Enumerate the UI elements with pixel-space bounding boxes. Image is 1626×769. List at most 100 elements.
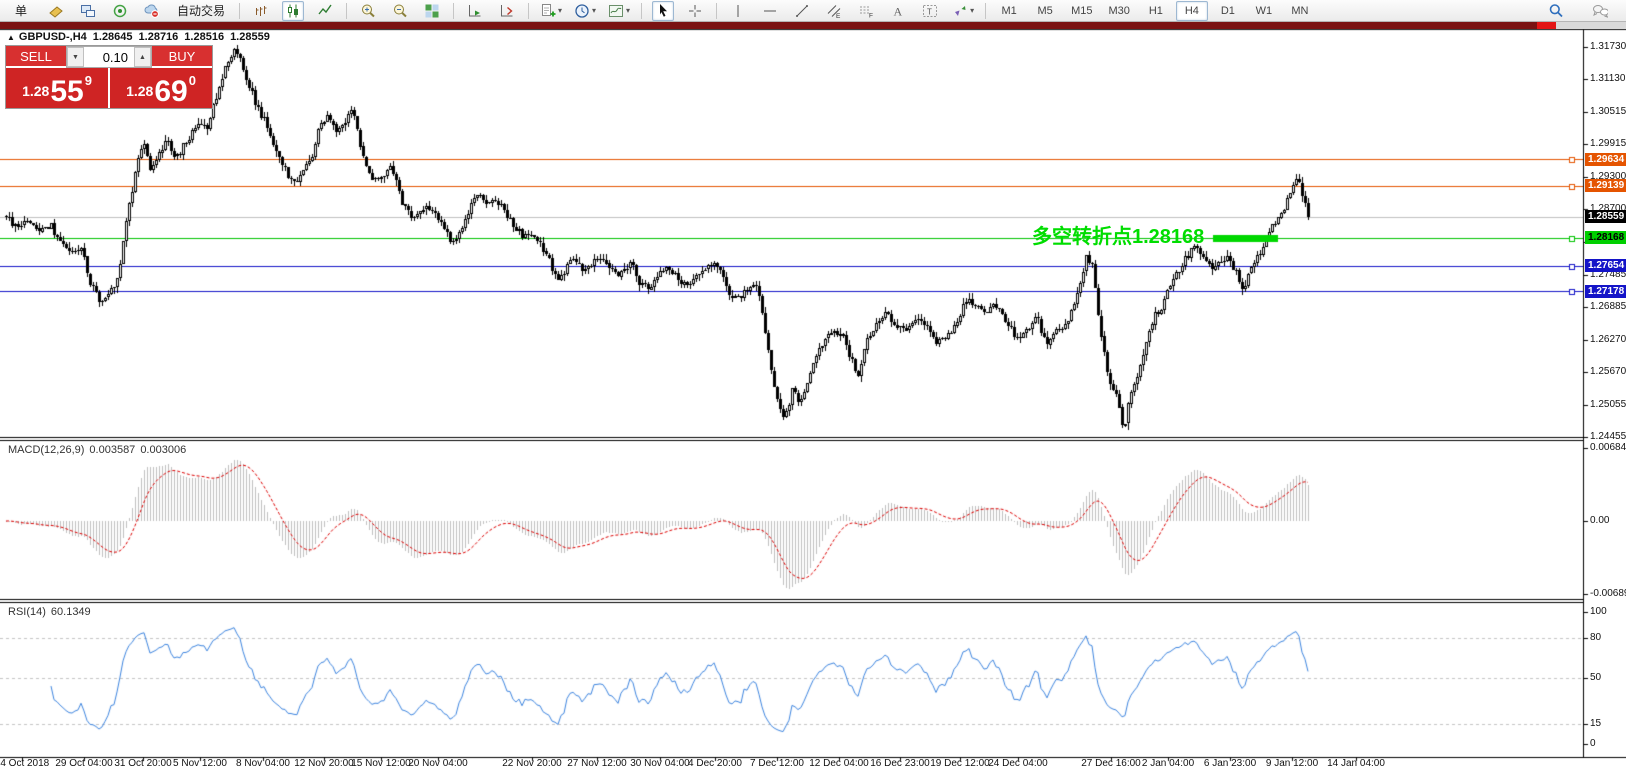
volume-decrease-button[interactable]: ▼ (67, 47, 84, 67)
date-label: 14 Jan 04:00 (1327, 758, 1385, 769)
candlestick-chart-icon[interactable] (282, 1, 304, 21)
gold-tag-icon[interactable] (45, 1, 67, 21)
current-price-label[interactable]: 1.28559 (1585, 210, 1626, 223)
date-label: 22 Nov 20:00 (502, 758, 562, 769)
price-tick: 1.25670 (1590, 366, 1626, 377)
date-label: 31 Oct 20:00 (114, 758, 171, 769)
periods-icon[interactable]: ▾ (573, 1, 597, 21)
sell-price-sup: 9 (85, 73, 92, 88)
toolbar-right (1540, 0, 1616, 22)
price-tick: 1.26885 (1590, 301, 1626, 312)
timeframe-mn[interactable]: MN (1284, 1, 1316, 21)
date-label: 12 Dec 04:00 (809, 758, 869, 769)
autotrading-button[interactable]: 自动交易 (173, 1, 229, 21)
volume-box: ▼ 0.10 ▲ (66, 46, 152, 68)
text-icon[interactable]: A (887, 1, 909, 21)
zoom-out-icon[interactable] (389, 1, 411, 21)
date-label: 24 Oct 2018 (0, 758, 49, 769)
svg-text:E: E (836, 13, 841, 19)
new-order-fragment[interactable]: 单 (7, 1, 35, 21)
timeframe-m1[interactable]: M1 (993, 1, 1025, 21)
signal-icon[interactable] (109, 1, 131, 21)
auto-scroll-icon[interactable] (464, 1, 486, 21)
fibonacci-icon[interactable]: F (855, 1, 877, 21)
macd-signal-value: 0.003006 (140, 444, 186, 456)
dropdown-arrow-icon[interactable]: ▾ (592, 6, 596, 15)
trendline-icon[interactable] (791, 1, 813, 21)
arrows-icon[interactable]: ▾ (951, 1, 975, 21)
chart-shift-icon[interactable] (496, 1, 518, 21)
dropdown-arrow-icon[interactable]: ▾ (558, 6, 562, 15)
macd-tick: -0.006894 (1590, 588, 1626, 599)
template-icon[interactable]: ▾ (607, 1, 631, 21)
hline-price-label[interactable]: 1.27654 (1585, 259, 1626, 272)
zoom-in-icon[interactable] (357, 1, 379, 21)
date-label: 19 Dec 12:00 (930, 758, 990, 769)
add-indicator-icon[interactable]: ▾ (539, 1, 563, 21)
price-tick: 1.26270 (1590, 334, 1626, 345)
date-label: 15 Nov 12:00 (351, 758, 411, 769)
buy-button[interactable]: BUY (152, 46, 212, 68)
rsi-tick: 50 (1590, 672, 1601, 683)
tile-windows-icon[interactable] (421, 1, 443, 21)
toolbar-separator (346, 3, 347, 19)
toolbar-separator (528, 3, 529, 19)
rsi-tick: 0 (1590, 738, 1596, 749)
hline-price-label[interactable]: 1.28168 (1585, 231, 1626, 244)
macd-main-value: 0.003587 (89, 444, 135, 456)
macd-tick: 0.00 (1590, 515, 1609, 526)
buy-price-big: 69 (154, 79, 187, 105)
pivot-annotation[interactable]: 多空转折点1.28168 (1032, 220, 1204, 249)
chart-window-strip (0, 22, 1537, 29)
timeframe-h1[interactable]: H1 (1140, 1, 1172, 21)
computer-icon[interactable] (77, 1, 99, 21)
hline-price-label[interactable]: 1.27178 (1585, 285, 1626, 298)
mt4-terminal: 单 自动交易 ▾ ▾ ▾ E F A T ▾ M1M5M15M30H1H4D1W1MN ▲ GBPUS… (0, 0, 1626, 769)
price-chart-canvas[interactable] (0, 0, 1626, 769)
date-label: 24 Dec 04:00 (988, 758, 1048, 769)
bar-chart-icon[interactable] (250, 1, 272, 21)
cursor-icon[interactable] (652, 1, 674, 21)
timeframe-m5[interactable]: M5 (1029, 1, 1061, 21)
date-label: 30 Nov 04:00 (630, 758, 690, 769)
buy-price-prefix: 1.28 (126, 83, 153, 99)
line-chart-icon[interactable] (314, 1, 336, 21)
timeframe-d1[interactable]: D1 (1212, 1, 1244, 21)
timeframe-w1[interactable]: W1 (1248, 1, 1280, 21)
buy-price[interactable]: 1.28690 (108, 68, 212, 108)
sell-button[interactable]: SELL (6, 46, 66, 68)
crosshair-icon[interactable] (684, 1, 706, 21)
dropdown-arrow-icon[interactable]: ▾ (970, 6, 974, 15)
channel-icon[interactable]: E (823, 1, 845, 21)
timeframe-m15[interactable]: M15 (1065, 1, 1098, 21)
vertical-line-icon[interactable] (727, 1, 749, 21)
symbol-period-label: GBPUSD-,H4 (19, 31, 87, 43)
volume-input[interactable]: 0.10 (84, 47, 134, 67)
price-tick: 1.25055 (1590, 399, 1626, 410)
sell-price-prefix: 1.28 (22, 83, 49, 99)
search-icon[interactable] (1545, 1, 1567, 21)
hline-price-label[interactable]: 1.29139 (1585, 179, 1626, 192)
chat-icon[interactable] (1589, 1, 1611, 21)
toolbar: 单 自动交易 ▾ ▾ ▾ E F A T ▾ M1M5M15M30H1H4D1W1MN (0, 0, 1626, 22)
date-label: 7 Dec 12:00 (750, 758, 804, 769)
buy-price-sup: 0 (189, 73, 196, 88)
autotrading-cloud-icon[interactable] (141, 1, 163, 21)
date-label: 20 Nov 04:00 (408, 758, 468, 769)
collapse-triangle-icon[interactable]: ▲ (7, 33, 15, 42)
rsi-value: 60.1349 (51, 606, 91, 618)
toolbar-separator (641, 3, 642, 19)
dropdown-arrow-icon[interactable]: ▾ (626, 6, 630, 15)
horizontal-line-icon[interactable] (759, 1, 781, 21)
timeframe-m30[interactable]: M30 (1102, 1, 1135, 21)
sell-price[interactable]: 1.28559 (6, 68, 108, 108)
hline-price-label[interactable]: 1.29634 (1585, 153, 1626, 166)
volume-increase-button[interactable]: ▲ (134, 47, 151, 67)
timeframe-h4[interactable]: H4 (1176, 1, 1208, 21)
date-label: 9 Jan 12:00 (1266, 758, 1318, 769)
one-click-trading-panel: SELL ▼ 0.10 ▲ BUY 1.28559 1.28690 (5, 45, 213, 109)
price-tick: 1.24455 (1590, 431, 1626, 442)
svg-text:A: A (894, 4, 903, 18)
label-icon[interactable]: T (919, 1, 941, 21)
chart-header: ▲GBPUSD-,H41.286451.287161.285161.28559 (7, 31, 276, 43)
